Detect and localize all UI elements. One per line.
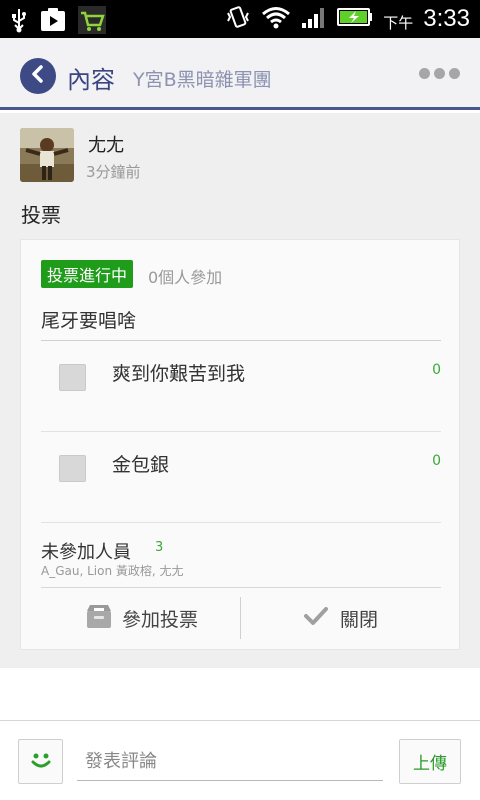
comment-input[interactable] (77, 743, 383, 781)
option-checkbox[interactable] (59, 455, 86, 482)
option-count: 0 (432, 362, 441, 378)
post-content: 尢尢 3分鐘前 投票 投票進行中 0個人參加 尾牙要唱啥 爽到你艱苦到我 0 金… (0, 113, 480, 668)
option-count: 0 (432, 453, 441, 469)
shopping-cart-icon (78, 6, 106, 38)
participant-count: 0個人參加 (148, 268, 223, 287)
vibrate-icon (225, 4, 251, 34)
comment-bar: 上傳 (0, 720, 480, 800)
option-label: 爽到你艱苦到我 (112, 363, 246, 385)
close-poll-label: 關閉 (339, 608, 378, 631)
not-participated-label: 未參加人員 (41, 542, 131, 563)
smiley-icon (27, 746, 55, 778)
more-dots-icon (419, 68, 430, 79)
poll-question: 尾牙要唱啥 (41, 310, 137, 332)
poll-option[interactable]: 金包銀 0 (41, 433, 441, 523)
option-label: 金包銀 (112, 454, 170, 476)
post-time: 3分鐘前 (86, 163, 141, 181)
poll-option[interactable]: 爽到你艱苦到我 0 (41, 342, 441, 432)
group-name: Y宮B黑暗雜軍團 (133, 69, 272, 91)
signal-icon (301, 5, 327, 33)
join-vote-button[interactable]: 參加投票 (41, 588, 241, 648)
battery-charging-icon (337, 7, 373, 31)
close-poll-button[interactable]: 關閉 (241, 588, 441, 648)
page-title: 內容 (67, 66, 115, 94)
emoji-button[interactable] (18, 739, 63, 784)
poll-card: 投票進行中 0個人參加 尾牙要唱啥 爽到你艱苦到我 0 金包銀 0 未參加人員 … (20, 239, 460, 650)
chevron-left-icon (29, 64, 47, 88)
play-store-icon (40, 7, 66, 37)
post-type: 投票 (21, 203, 61, 227)
upload-button[interactable]: 上傳 (399, 739, 461, 784)
ballot-box-icon (84, 601, 114, 636)
status-ampm: 下午 (383, 13, 414, 32)
checkmark-icon (303, 606, 328, 631)
more-button[interactable] (419, 68, 460, 79)
divider (41, 340, 441, 341)
usb-icon (10, 7, 28, 37)
status-bar: 下午 3:33 (0, 0, 480, 38)
join-vote-label: 參加投票 (121, 608, 198, 631)
wifi-icon (261, 5, 291, 33)
back-button[interactable] (20, 58, 56, 94)
app-header: 內容 Y宮B黑暗雜軍團 (0, 38, 480, 110)
not-participated-count: 3 (155, 540, 164, 555)
status-badge: 投票進行中 (41, 260, 134, 288)
avatar[interactable] (20, 128, 74, 182)
author-name[interactable]: 尢尢 (88, 131, 124, 157)
status-time: 3:33 (423, 5, 470, 32)
not-participated-names: A_Gau, Lion 黃政榕, 尢尢 (41, 564, 184, 578)
option-checkbox[interactable] (59, 364, 86, 391)
